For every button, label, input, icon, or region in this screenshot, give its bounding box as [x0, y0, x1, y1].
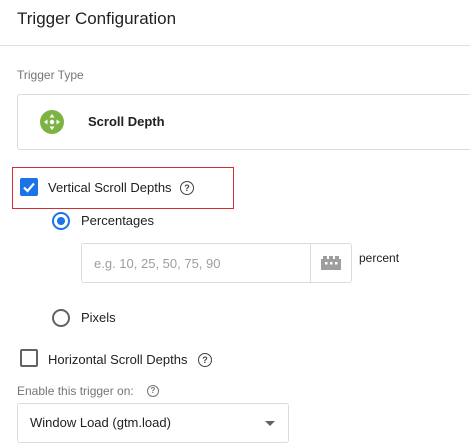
input-unit-label: percent	[359, 251, 400, 265]
checkmark-icon	[23, 182, 35, 193]
enable-trigger-select[interactable]: Window Load (gtm.load)	[17, 403, 289, 443]
input-separator	[310, 244, 311, 282]
pixels-label: Pixels	[81, 310, 116, 325]
enable-trigger-value: Window Load (gtm.load)	[30, 415, 171, 430]
header-divider	[0, 45, 470, 46]
vertical-scroll-label: Vertical Scroll Depths	[48, 180, 172, 195]
percentages-input[interactable]	[82, 244, 310, 282]
page-title: Trigger Configuration	[17, 9, 177, 28]
percentages-input-field	[81, 243, 352, 283]
variable-picker-icon[interactable]	[319, 254, 343, 272]
enable-help-icon[interactable]: ?	[147, 385, 159, 397]
trigger-type-label: Trigger Type	[17, 68, 84, 82]
horizontal-help-icon[interactable]: ?	[198, 353, 212, 367]
vertical-help-icon[interactable]: ?	[180, 181, 194, 195]
vertical-scroll-checkbox[interactable]	[20, 178, 38, 196]
enable-trigger-label: Enable this trigger on:	[17, 384, 134, 398]
horizontal-scroll-checkbox[interactable]	[20, 349, 38, 367]
trigger-type-selector[interactable]	[17, 94, 470, 150]
scroll-depth-icon	[40, 110, 64, 134]
chevron-down-icon	[265, 421, 275, 426]
percentages-radio[interactable]	[52, 212, 70, 230]
percentages-label: Percentages	[81, 213, 154, 228]
trigger-type-name: Scroll Depth	[88, 114, 165, 129]
pixels-radio[interactable]	[52, 309, 70, 327]
horizontal-scroll-label: Horizontal Scroll Depths	[48, 352, 188, 367]
